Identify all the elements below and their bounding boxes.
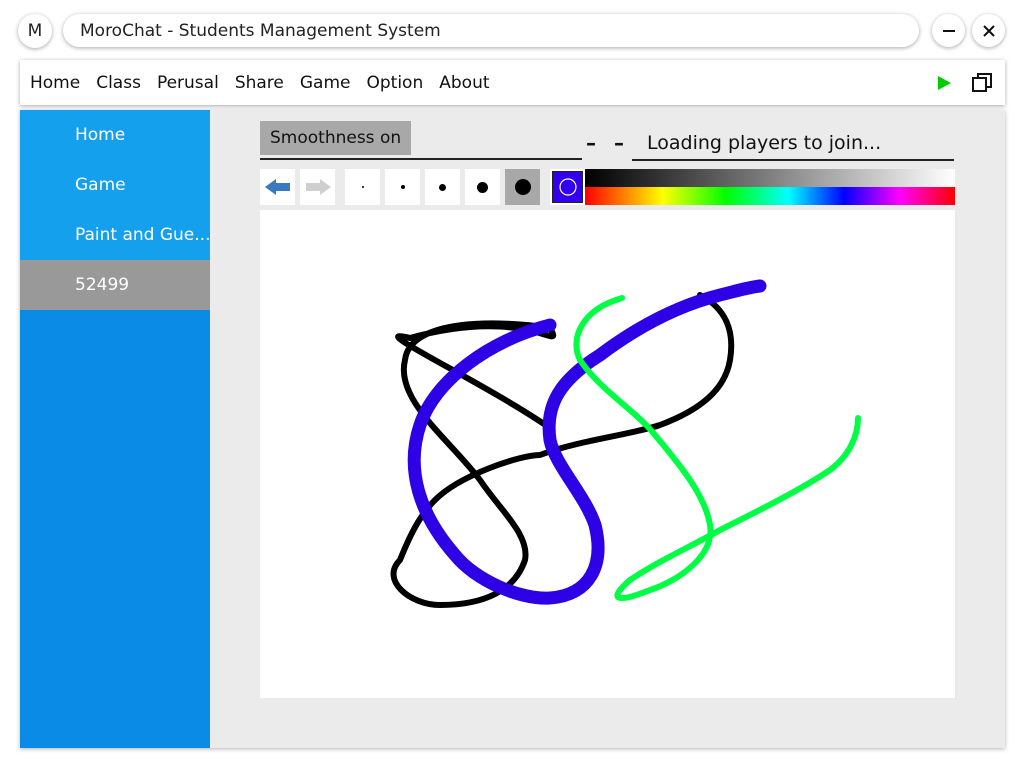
status-text: Loading players to join...: [647, 132, 882, 154]
play-icon[interactable]: [935, 74, 953, 92]
current-color-swatch[interactable]: [550, 169, 585, 205]
dash-label-a: –: [586, 131, 596, 155]
brush-dot-icon: [361, 186, 364, 188]
undo-button[interactable]: [260, 169, 295, 205]
main-panel: Home Game Paint and Gue... 52499 Smoothn…: [20, 110, 1005, 748]
menu-game[interactable]: Game: [300, 73, 351, 93]
sidebar-item-label: Home: [75, 125, 126, 145]
undo-arrow-icon: [264, 179, 290, 195]
game-content: Smoothness on – – Loading players to joi…: [260, 110, 955, 748]
window-title: MoroChat - Students Management System: [80, 20, 441, 41]
grayscale-strip[interactable]: [585, 169, 955, 187]
brush-size-4-button[interactable]: [465, 169, 500, 205]
drawing-canvas[interactable]: [260, 210, 955, 698]
stroke-black: [390, 292, 735, 608]
sidebar-item-label: Paint and Gue...: [75, 225, 210, 245]
brush-size-3-button[interactable]: [425, 169, 460, 205]
dash-label-b: –: [614, 131, 624, 155]
sidebar-item-room[interactable]: 52499: [20, 260, 210, 310]
window-title-bar: MoroChat - Students Management System: [63, 14, 919, 47]
sidebar-item-home[interactable]: Home: [20, 110, 210, 160]
close-icon: [982, 24, 995, 37]
sidebar-item-game[interactable]: Game: [20, 160, 210, 210]
redo-arrow-icon: [305, 179, 331, 195]
divider-line: [260, 158, 582, 160]
current-color-fill: [552, 171, 583, 203]
menu-class[interactable]: Class: [96, 73, 141, 93]
sidebar-item-label: Game: [75, 175, 126, 195]
minimize-icon: [942, 29, 955, 32]
menu-right-actions: [935, 60, 993, 105]
menu-home[interactable]: Home: [30, 73, 80, 93]
color-palette[interactable]: [585, 169, 955, 205]
close-button[interactable]: [972, 14, 1005, 47]
menu-about[interactable]: About: [439, 73, 489, 93]
sidebar-item-paint-and-guess[interactable]: Paint and Gue...: [20, 210, 210, 260]
app-logo-letter: M: [27, 21, 43, 41]
status-field: Loading players to join...: [632, 127, 954, 161]
brush-dot-icon: [439, 183, 446, 191]
menu-option[interactable]: Option: [367, 73, 424, 93]
smoothness-label: Smoothness on: [270, 128, 402, 148]
menu-bar: Home Class Perusal Share Game Option Abo…: [20, 60, 1005, 105]
redo-button[interactable]: [300, 169, 335, 205]
brush-dot-icon: [400, 185, 405, 189]
minimize-button[interactable]: [932, 14, 965, 47]
sidebar: Home Game Paint and Gue... 52499: [20, 110, 210, 748]
smoothness-toggle-button[interactable]: Smoothness on: [260, 121, 412, 155]
app-logo[interactable]: M: [18, 14, 52, 48]
brush-size-1-button[interactable]: [345, 169, 380, 205]
brush-dot-icon: [514, 179, 531, 195]
hue-strip[interactable]: [585, 187, 955, 205]
drawing-layer: [390, 279, 861, 608]
menu-perusal[interactable]: Perusal: [157, 73, 219, 93]
brush-size-2-button[interactable]: [385, 169, 420, 205]
paint-toolbar: [260, 169, 955, 205]
brush-dot-icon: [477, 181, 488, 193]
brush-size-5-button[interactable]: [505, 169, 540, 205]
sidebar-item-label: 52499: [75, 275, 130, 295]
restore-window-icon[interactable]: [971, 72, 993, 94]
circle-icon: [558, 178, 577, 196]
menu-share[interactable]: Share: [235, 73, 284, 93]
